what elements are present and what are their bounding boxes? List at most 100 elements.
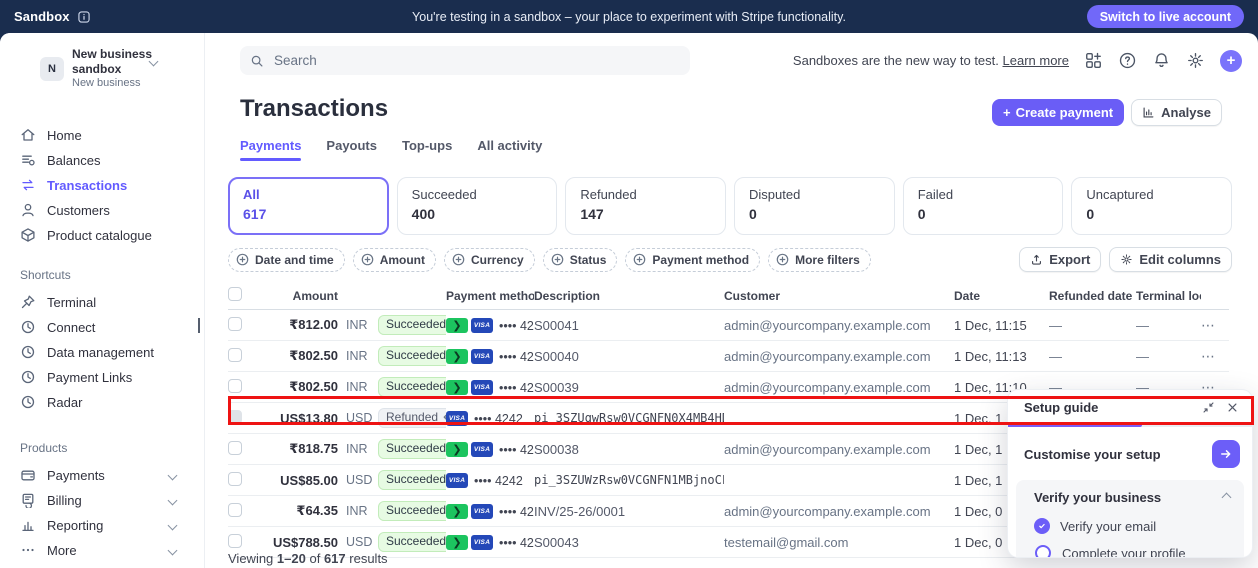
sandbox-message: You're testing in a sandbox – your place…: [0, 10, 1258, 24]
column-header-customer[interactable]: Customer: [724, 289, 954, 303]
sidebar-item-data-management[interactable]: Data management: [0, 340, 204, 365]
sidebar-item-billing[interactable]: Billing: [0, 488, 204, 513]
wallet-icon: [20, 467, 36, 483]
sidebar-item-transactions[interactable]: Transactions: [0, 173, 204, 198]
edit-columns-button[interactable]: Edit columns: [1109, 247, 1232, 272]
account-avatar: N: [40, 57, 64, 81]
gear-button[interactable]: [1186, 51, 1205, 70]
setup-task-verify-your-email[interactable]: Verify your email: [1026, 509, 1234, 536]
row-checkbox[interactable]: [228, 379, 242, 393]
close-icon[interactable]: [1226, 401, 1239, 414]
summary-card-disputed[interactable]: Disputed0: [734, 177, 895, 235]
analyse-button[interactable]: Analyse: [1131, 99, 1222, 126]
column-header-payment-method[interactable]: Payment method: [446, 289, 534, 303]
account-switcher[interactable]: N New business sandbox New business: [0, 33, 204, 103]
summary-cards: All617Succeeded400Refunded147Disputed0Fa…: [228, 177, 1232, 235]
filter-chip-more-filters[interactable]: More filters: [768, 248, 871, 272]
sidebar-item-connect[interactable]: Connect: [0, 315, 204, 340]
customer-cell: admin@yourcompany.example.com: [724, 380, 954, 395]
text-cursor-artifact: [198, 318, 200, 333]
row-checkbox[interactable]: [228, 348, 242, 362]
visa-icon: VISA: [471, 318, 493, 333]
row-actions-button[interactable]: ⋯: [1201, 348, 1229, 365]
sidebar-products: PaymentsBillingReportingMore: [0, 463, 204, 563]
visa-icon: VISA: [446, 473, 468, 488]
filter-chip-currency[interactable]: Currency: [444, 248, 535, 272]
table-row[interactable]: ₹802.50 INR Succeeded✓ ❯VISA•••• 4242 S0…: [228, 341, 1229, 372]
plus-circle-dashed-icon: [361, 253, 374, 266]
select-all-checkbox[interactable]: [228, 287, 242, 301]
sidebar-item-payments[interactable]: Payments: [0, 463, 204, 488]
payment-method-cell: ❯VISA•••• 4242: [446, 441, 534, 457]
apps-button[interactable]: [1084, 51, 1103, 70]
add-button[interactable]: +: [1220, 50, 1242, 72]
filter-chip-status[interactable]: Status: [543, 248, 618, 272]
sidebar-item-reporting[interactable]: Reporting: [0, 513, 204, 538]
filter-chip-payment-method[interactable]: Payment method: [625, 248, 760, 272]
row-checkbox[interactable]: [228, 503, 242, 517]
sidebar-item-home[interactable]: Home: [0, 123, 204, 148]
customers-icon: [20, 202, 36, 218]
row-checkbox[interactable]: [228, 534, 242, 548]
customise-setup-button[interactable]: [1212, 440, 1240, 468]
summary-card-failed[interactable]: Failed0: [903, 177, 1064, 235]
export-button[interactable]: Export: [1019, 247, 1101, 272]
search-bar[interactable]: [240, 46, 690, 75]
sidebar-item-payment-links[interactable]: Payment Links: [0, 365, 204, 390]
setup-guide-header: Setup guide: [1008, 390, 1252, 423]
help-button[interactable]: [1118, 51, 1137, 70]
switch-to-live-button[interactable]: Switch to live account: [1087, 5, 1244, 28]
row-checkbox[interactable]: [228, 410, 242, 424]
bell-button[interactable]: [1152, 51, 1171, 70]
column-header-description[interactable]: Description: [534, 289, 724, 303]
payment-method-cell: ❯VISA•••• 4242: [446, 348, 534, 364]
chart-icon: [1142, 106, 1155, 119]
create-payment-button[interactable]: +Create payment: [992, 99, 1124, 126]
row-checkbox[interactable]: [228, 472, 242, 486]
filter-chip-date-and-time[interactable]: Date and time: [228, 248, 345, 272]
description-cell: S00038: [534, 442, 724, 457]
description-cell: S00041: [534, 318, 724, 333]
learn-more-link[interactable]: Learn more: [1003, 53, 1069, 68]
status-badge: Succeeded✓: [378, 315, 446, 336]
sidebar-item-radar[interactable]: Radar: [0, 390, 204, 415]
row-checkbox[interactable]: [228, 441, 242, 455]
tab-payments[interactable]: Payments: [240, 138, 301, 161]
sidebar-item-product-catalogue[interactable]: Product catalogue: [0, 223, 204, 248]
column-header-terminal-location[interactable]: Terminal loca: [1136, 289, 1201, 303]
column-header-amount[interactable]: Amount: [256, 289, 338, 303]
filter-chip-amount[interactable]: Amount: [353, 248, 436, 272]
tab-all-activity[interactable]: All activity: [477, 138, 542, 161]
summary-card-all[interactable]: All617: [228, 177, 389, 235]
tab-payouts[interactable]: Payouts: [326, 138, 377, 161]
customer-cell: admin@yourcompany.example.com: [724, 504, 954, 519]
topbar-right: Sandboxes are the new way to test. Learn…: [793, 46, 1242, 75]
setup-task-complete-your-profile[interactable]: Complete your profile: [1026, 536, 1234, 557]
sidebar-item-terminal[interactable]: Terminal: [0, 290, 204, 315]
summary-card-succeeded[interactable]: Succeeded400: [397, 177, 558, 235]
search-input[interactable]: [272, 52, 680, 69]
tab-top-ups[interactable]: Top-ups: [402, 138, 452, 161]
collapse-icon[interactable]: [1202, 401, 1215, 414]
sidebar-item-balances[interactable]: Balances: [0, 148, 204, 173]
summary-card-refunded[interactable]: Refunded147: [565, 177, 726, 235]
billing-icon: [20, 492, 36, 508]
sidebar-item-more[interactable]: More: [0, 538, 204, 563]
row-checkbox[interactable]: [228, 317, 242, 331]
page-title: Transactions: [240, 95, 388, 123]
visa-icon: VISA: [471, 349, 493, 364]
transactions-icon: [20, 177, 36, 193]
column-header-date[interactable]: Date: [954, 289, 1049, 303]
sidebar-nav: HomeBalancesTransactionsCustomersProduct…: [0, 123, 204, 248]
payment-method-cell: ❯VISA•••• 4242: [446, 317, 534, 333]
table-row[interactable]: ₹812.00 INR Succeeded✓ ❯VISA•••• 4242 S0…: [228, 310, 1229, 341]
row-actions-button[interactable]: ⋯: [1201, 317, 1229, 334]
sidebar-item-customers[interactable]: Customers: [0, 198, 204, 223]
summary-card-uncaptured[interactable]: Uncaptured0: [1071, 177, 1232, 235]
customise-setup-row: Customise your setup: [1008, 427, 1252, 478]
sandbox-promo-text: Sandboxes are the new way to test. Learn…: [793, 53, 1069, 68]
verify-business-header[interactable]: Verify your business: [1026, 490, 1234, 509]
filter-actions: Export Edit columns: [1019, 247, 1232, 272]
plus-icon: +: [1003, 105, 1011, 120]
column-header-refunded-date[interactable]: Refunded date: [1049, 289, 1136, 303]
